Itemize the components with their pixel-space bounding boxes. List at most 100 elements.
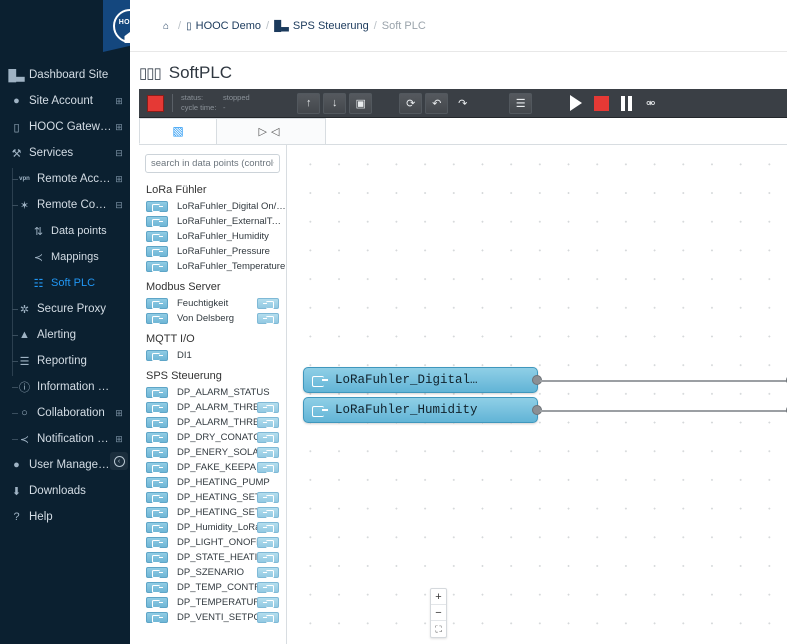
breadcrumb-item[interactable]: █▃SPS Steuerung: [274, 20, 369, 32]
refresh-button[interactable]: ⟳: [399, 93, 422, 114]
datapoint-row[interactable]: LoRaFuhler_Humidity: [139, 229, 286, 244]
chart-bar-icon: █▃: [8, 69, 25, 82]
search-input[interactable]: [145, 154, 280, 173]
download-icon: ⬇: [8, 485, 25, 498]
datapoint-output-icon[interactable]: [257, 612, 279, 623]
image-export-button[interactable]: ▣: [349, 93, 372, 114]
expand-toggle-icon[interactable]: ⊞: [112, 174, 126, 185]
datapoint-row[interactable]: DP_DRY_CONATC…: [139, 430, 286, 445]
datapoint-row[interactable]: LoRaFuhler_Digital On/Off: [139, 199, 286, 214]
datapoint-output-icon[interactable]: [257, 447, 279, 458]
datapoint-output-icon[interactable]: [257, 582, 279, 593]
wrench-icon: ⚒: [8, 147, 25, 160]
sidebar-item-dashboard-site[interactable]: █▃Dashboard Site: [0, 62, 130, 88]
expand-toggle-icon[interactable]: ⊟: [112, 200, 126, 211]
datapoint-row[interactable]: DP_TEMP_CONTR…: [139, 580, 286, 595]
download-button[interactable]: ↓: [323, 93, 346, 114]
datapoint-output-icon[interactable]: [257, 522, 279, 533]
tab-blocks[interactable]: ▧: [139, 118, 217, 144]
datapoint-output-icon[interactable]: [257, 597, 279, 608]
sidebar-item-site-account[interactable]: ●Site Account⊞: [0, 88, 130, 114]
stop-button[interactable]: [594, 96, 609, 111]
tab-io[interactable]: ▷◁: [216, 118, 326, 144]
sidebar-item-secure-proxy[interactable]: ✲Secure Proxy: [0, 296, 130, 322]
datapoint-row[interactable]: DP_TEMPERATUR…: [139, 595, 286, 610]
datapoint-output-icon[interactable]: [257, 432, 279, 443]
datapoint-row[interactable]: LoRaFuhler_Temperature: [139, 259, 286, 274]
sidebar-item-reporting[interactable]: ☰Reporting: [0, 348, 130, 374]
sidebar-item-remote-control[interactable]: ✶Remote Control⊟: [0, 192, 130, 218]
grid-button[interactable]: ☰: [509, 93, 532, 114]
expand-toggle-icon[interactable]: ⊞: [112, 122, 126, 133]
datapoint-row[interactable]: DP_LIGHT_ONOFF: [139, 535, 286, 550]
datapoint-row[interactable]: DP_ALARM_THRE…: [139, 415, 286, 430]
datapoint-output-icon[interactable]: [257, 552, 279, 563]
sidebar-item-remote-access[interactable]: vpnRemote Access⊞: [0, 166, 130, 192]
zoom-in-button[interactable]: +: [431, 589, 446, 605]
datapoint-row[interactable]: DP_STATE_HEATING: [139, 550, 286, 565]
cycle-key: cycle time:: [181, 103, 223, 113]
expand-toggle-icon[interactable]: ⊟: [112, 148, 126, 159]
question-icon: ?: [8, 511, 25, 523]
datapoint-row[interactable]: DP_ALARM_THRE…: [139, 400, 286, 415]
datapoint-output-icon[interactable]: [257, 313, 279, 324]
datapoint-row[interactable]: DP_HEATING_SET…: [139, 490, 286, 505]
sidebar-item-data-points[interactable]: ⇅Data points: [0, 218, 130, 244]
datapoint-row[interactable]: DP_Humidity_LoRa: [139, 520, 286, 535]
datapoint-output-icon[interactable]: [257, 462, 279, 473]
datapoint-row[interactable]: DP_SZENARIO: [139, 565, 286, 580]
datapoint-output-icon[interactable]: [257, 298, 279, 309]
expand-toggle-icon[interactable]: ⊞: [112, 434, 126, 445]
sidebar-item-hooc-gateway[interactable]: ▯HOOC Gateway⊞: [0, 114, 130, 140]
fit-to-screen-button[interactable]: ⛶: [431, 621, 446, 637]
plc-canvas[interactable]: LoRaFuhler_Digital… LoRaFuhler_Humidity …: [288, 145, 787, 644]
sidebar-item-label: Notification Center: [37, 433, 112, 445]
expand-toggle-icon[interactable]: ⊞: [112, 408, 126, 419]
datapoint-row[interactable]: DP_VENTI_SETPO…: [139, 610, 286, 625]
sidebar-item-collaboration[interactable]: ○Collaboration⊞: [0, 400, 130, 426]
breadcrumb-item: Soft PLC: [382, 20, 426, 32]
sidebar-item-information-board[interactable]: ⓘInformation Board: [0, 374, 130, 400]
expand-toggle-icon[interactable]: ⊞: [112, 96, 126, 107]
zoom-out-button[interactable]: −: [431, 605, 446, 621]
upload-button[interactable]: ↑: [297, 93, 320, 114]
breadcrumb-item[interactable]: ⌂: [163, 20, 173, 32]
connect-button[interactable]: ⚮: [639, 93, 662, 114]
chat-icon: ○: [16, 407, 33, 419]
breadcrumb-item[interactable]: ▯HOOC Demo: [186, 20, 261, 32]
sidebar-item-mappings[interactable]: ≺Mappings: [0, 244, 130, 270]
datapoint-row[interactable]: DP_FAKE_KEEPA…: [139, 460, 286, 475]
datapoint-row[interactable]: Feuchtigkeit: [139, 296, 286, 311]
datapoint-row[interactable]: DP_HEATING_SET…: [139, 505, 286, 520]
datapoint-row[interactable]: DP_HEATING_PUMP: [139, 475, 286, 490]
sidebar-item-alerting[interactable]: ▲Alerting: [0, 322, 130, 348]
sidebar-item-downloads[interactable]: ⬇Downloads: [0, 478, 130, 504]
node-icon: ✶: [16, 199, 33, 212]
datapoint-output-icon[interactable]: [257, 492, 279, 503]
datapoint-row[interactable]: LoRaFuhler_Pressure: [139, 244, 286, 259]
datapoint-row[interactable]: Von Delsberg: [139, 311, 286, 326]
sidebar-item-help[interactable]: ?Help: [0, 504, 130, 530]
datapoint-output-icon[interactable]: [257, 567, 279, 578]
node-input-digital[interactable]: LoRaFuhler_Digital…: [303, 367, 538, 393]
datapoint-output-icon[interactable]: [257, 507, 279, 518]
datapoint-row[interactable]: DP_ALARM_STATUS: [139, 385, 286, 400]
sidebar-item-services[interactable]: ⚒Services⊟: [0, 140, 130, 166]
datapoint-row[interactable]: DI1: [139, 348, 286, 363]
undo-button[interactable]: ↶: [425, 93, 448, 114]
breadcrumb: ⌂/▯HOOC Demo/█▃SPS Steuerung/Soft PLC: [130, 0, 787, 52]
datapoint-output-icon[interactable]: [257, 402, 279, 413]
redo-button[interactable]: ↷: [451, 93, 474, 114]
datapoint-output-icon[interactable]: [257, 537, 279, 548]
pause-button[interactable]: [621, 96, 632, 111]
datapoint-output-icon[interactable]: [257, 417, 279, 428]
datapoint-input-icon: [146, 507, 168, 518]
play-button[interactable]: [570, 95, 582, 111]
sidebar-collapse-button[interactable]: ‹: [110, 452, 128, 470]
sidebar-item-notification-center[interactable]: ≺Notification Center⊞: [0, 426, 130, 452]
sidebar-item-soft-plc[interactable]: ☷Soft PLC: [0, 270, 130, 296]
node-input-humidity[interactable]: LoRaFuhler_Humidity: [303, 397, 538, 423]
datapoint-row[interactable]: DP_ENERY_SOLAR: [139, 445, 286, 460]
hooc-logo[interactable]: HOOC: [103, 0, 130, 52]
datapoint-row[interactable]: LoRaFuhler_ExternalTemp…: [139, 214, 286, 229]
